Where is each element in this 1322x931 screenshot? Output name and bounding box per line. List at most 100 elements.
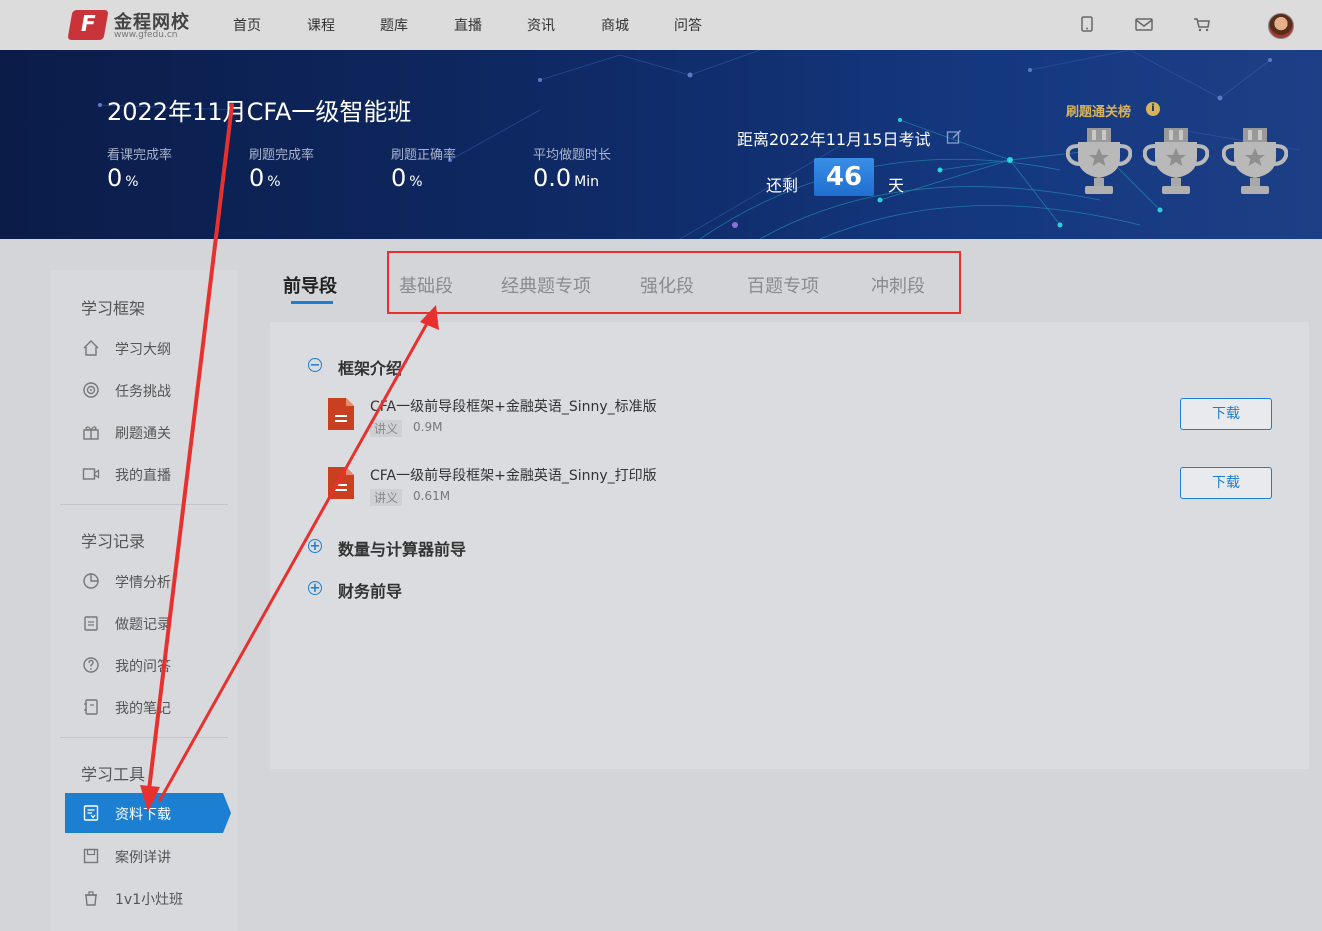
- section-title: 数量与计算器前导: [338, 540, 467, 559]
- site-logo[interactable]: F 金程网校 www.gfedu.cn: [67, 8, 200, 42]
- file-name[interactable]: CFA一级前导段框架+金融英语_Sinny_打印版: [370, 465, 657, 485]
- annotation-highlight-box: [387, 251, 961, 314]
- sidebar-item-download[interactable]: 资料下载: [65, 793, 231, 833]
- sidebar-divider: [60, 504, 228, 505]
- file-type-tag: 讲义: [370, 420, 403, 437]
- save-icon: [83, 848, 99, 864]
- days-remaining: 46: [814, 158, 874, 196]
- edit-icon[interactable]: [946, 129, 962, 145]
- sidebar-item-notes[interactable]: 我的笔记: [50, 687, 238, 727]
- sidebar-divider: [60, 737, 228, 738]
- stat-label: 平均做题时长: [533, 148, 612, 163]
- sidebar-item-label: 资料下载: [115, 807, 171, 823]
- stat-unit: Min: [574, 174, 600, 190]
- collapse-icon[interactable]: −: [308, 358, 322, 372]
- file-name[interactable]: CFA一级前导段框架+金融英语_Sinny_标准版: [370, 396, 657, 416]
- stat-label: 看课完成率: [107, 148, 173, 163]
- nav-live[interactable]: 直播: [454, 15, 482, 35]
- sidebar-item-label: 做题记录: [115, 617, 171, 633]
- sidebar-item-label: 刷题通关: [115, 426, 171, 442]
- mail-icon[interactable]: [1134, 14, 1154, 34]
- stat-value: 0: [249, 164, 265, 192]
- sidebar-heading-records: 学习记录: [81, 532, 146, 551]
- logo-url: www.gfedu.cn: [114, 30, 178, 40]
- home-icon: [83, 340, 99, 356]
- cup-icon: [85, 891, 97, 906]
- top-navbar: F 金程网校 www.gfedu.cn 首页 课程 题库 直播 资讯 商城 问答: [0, 0, 1322, 50]
- tab-preparatory[interactable]: 前导段: [283, 272, 337, 298]
- sidebar-heading-tools: 学习工具: [81, 765, 146, 784]
- sidebar-item-label: 任务挑战: [115, 384, 171, 400]
- tablet-icon[interactable]: [1077, 14, 1097, 34]
- stat-unit: %: [409, 174, 423, 190]
- sidebar-item-practice[interactable]: 刷题通关: [50, 412, 238, 452]
- sidebar-item-label: 学情分析: [115, 575, 171, 591]
- sidebar-item-analysis[interactable]: 学情分析: [50, 561, 238, 601]
- sidebar-item-label: 我的问答: [115, 659, 171, 675]
- cart-icon[interactable]: [1192, 14, 1212, 34]
- trophy-icon: [1066, 128, 1132, 194]
- sidebar-item-live[interactable]: 我的直播: [50, 454, 238, 494]
- stat-label: 刷题正确率: [391, 148, 457, 163]
- sidebar-item-tutoring[interactable]: 1v1小灶班: [50, 878, 238, 918]
- stat-watch-rate: 看课完成率 0%: [107, 144, 173, 192]
- stat-unit: %: [267, 174, 281, 190]
- course-banner: 2022年11月CFA一级智能班 看课完成率 0% 刷题完成率 0% 刷题正确率…: [0, 50, 1322, 239]
- nav-qa[interactable]: 问答: [674, 15, 702, 35]
- target-icon: [83, 382, 99, 398]
- expand-icon[interactable]: +: [308, 581, 322, 595]
- trophy-icon: [1222, 128, 1288, 194]
- sidebar-item-label: 学习大纲: [115, 342, 171, 358]
- exam-countdown-label: 距离2022年11月15日考试: [737, 130, 931, 149]
- stat-value: 0: [107, 164, 123, 192]
- nav-mall[interactable]: 商城: [601, 15, 629, 35]
- stat-practice-rate: 刷题完成率 0%: [249, 144, 315, 192]
- download-button[interactable]: 下载: [1180, 398, 1272, 430]
- sidebar-item-label: 我的直播: [115, 468, 171, 484]
- sidebar-item-label: 1v1小灶班: [115, 892, 184, 908]
- pie-chart-icon: [83, 573, 99, 589]
- file-size: 0.9M: [413, 420, 443, 434]
- user-avatar[interactable]: [1268, 13, 1294, 39]
- sidebar-item-tasks[interactable]: 任务挑战: [50, 370, 238, 410]
- sidebar: 学习框架 学习大纲 任务挑战 刷题通关 我的直播 学习记录 学情分析 做题记录 …: [50, 270, 238, 931]
- stat-avg-time: 平均做题时长 0.0 Min: [533, 144, 612, 192]
- logo-mark: F: [67, 10, 109, 40]
- stat-unit: %: [125, 174, 139, 190]
- materials-panel: − 框架介绍 CFA一级前导段框架+金融英语_Sinny_标准版 讲义 0.9M…: [270, 322, 1309, 769]
- section-title: 财务前导: [338, 582, 403, 601]
- nav-news[interactable]: 资讯: [527, 15, 555, 35]
- sidebar-item-practice-records[interactable]: 做题记录: [50, 603, 238, 643]
- file-size: 0.61M: [413, 489, 451, 503]
- section-title: 框架介绍: [338, 359, 403, 378]
- sidebar-item-label: 案例详讲: [115, 850, 171, 866]
- sidebar-item-cases[interactable]: 案例详讲: [50, 836, 238, 876]
- sidebar-heading-framework: 学习框架: [81, 299, 146, 318]
- clipboard-icon: [84, 616, 98, 631]
- question-icon: [83, 657, 99, 673]
- day-unit: 天: [888, 176, 905, 195]
- file-row: CFA一级前导段框架+金融英语_Sinny_标准版 讲义 0.9M 下载: [328, 396, 1288, 446]
- nav-home[interactable]: 首页: [233, 15, 261, 35]
- remain-label: 还剩: [766, 176, 799, 195]
- sidebar-item-label: 我的笔记: [115, 701, 171, 717]
- nav-courses[interactable]: 课程: [307, 15, 335, 35]
- stat-label: 刷题完成率: [249, 148, 315, 163]
- sidebar-item-my-qa[interactable]: 我的问答: [50, 645, 238, 685]
- sidebar-item-syllabus[interactable]: 学习大纲: [50, 328, 238, 368]
- video-icon: [82, 468, 100, 480]
- info-icon[interactable]: i: [1146, 102, 1160, 116]
- download-button[interactable]: 下载: [1180, 467, 1272, 499]
- course-title: 2022年11月CFA一级智能班: [107, 98, 412, 126]
- gift-icon: [83, 426, 99, 440]
- stat-accuracy: 刷题正确率 0%: [391, 144, 457, 192]
- ranking-title: 刷题通关榜: [1066, 105, 1132, 120]
- file-type-tag: 讲义: [370, 489, 403, 506]
- expand-icon[interactable]: +: [308, 539, 322, 553]
- pdf-file-icon: [328, 467, 354, 499]
- stat-value: 0.0: [533, 164, 572, 192]
- active-tab-indicator: [291, 301, 333, 304]
- download-doc-icon: [83, 805, 99, 821]
- notebook-icon: [84, 699, 98, 715]
- nav-question-bank[interactable]: 题库: [380, 15, 408, 35]
